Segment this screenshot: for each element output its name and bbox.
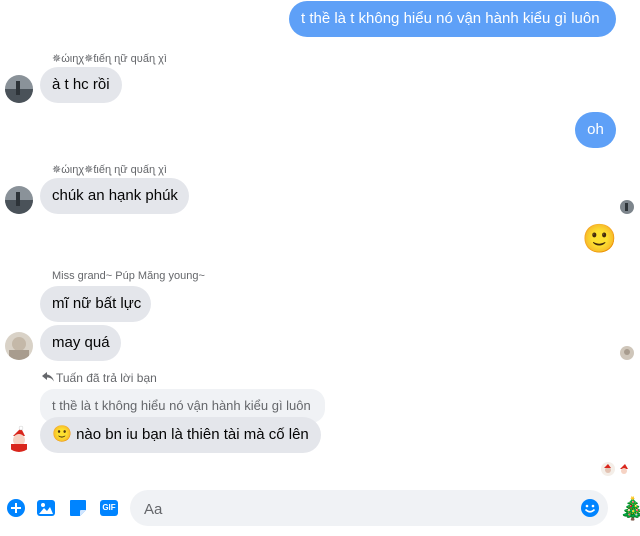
sender-name: ✵ώιɳχ✵ƭιếɳ ɳữ qυấɳ χì [52, 164, 167, 176]
emoji-message[interactable]: 🙂 [582, 221, 617, 257]
outgoing-message[interactable]: t thề là t không hiểu nó vận hành kiểu g… [289, 1, 616, 37]
reply-arrow-icon [42, 370, 56, 386]
message-composer[interactable] [130, 490, 608, 528]
incoming-message[interactable]: à t hc rồi [40, 67, 122, 103]
gif-label: GIF [102, 503, 116, 512]
emoji: 🙂 [52, 426, 72, 443]
gif-icon[interactable]: GIF [99, 498, 119, 518]
sticker-icon[interactable] [68, 498, 88, 518]
outgoing-message[interactable]: oh [575, 112, 616, 148]
incoming-message[interactable]: chúk an hạnk phúk [40, 178, 189, 214]
plus-circle-icon[interactable] [6, 498, 26, 518]
incoming-message[interactable]: 🙂 nào bn iu bạn là thiên tài mà cố lên [40, 417, 321, 453]
read-receipt-avatar [620, 346, 634, 360]
sender-name: Miss grand~ Púp Măng young~ [52, 270, 205, 282]
smiley-icon[interactable] [580, 498, 600, 518]
message-input[interactable] [142, 490, 566, 528]
avatar[interactable] [5, 186, 33, 214]
avatar[interactable] [5, 332, 33, 360]
sender-name: ✵ώιɳχ✵ƭιếɳ ɳữ qυấɳ χì [52, 53, 167, 65]
avatar[interactable] [5, 424, 33, 452]
avatar[interactable] [5, 75, 33, 103]
incoming-message[interactable]: may quá [40, 325, 121, 361]
incoming-message[interactable]: mĩ nữ bất lực [40, 286, 151, 322]
reply-label: Tuấn đã trả lời bạn [56, 371, 157, 385]
reply-indicator: Tuấn đã trả lời bạn [42, 370, 157, 386]
photo-icon[interactable] [36, 498, 56, 518]
like-button[interactable]: 🎄 [619, 494, 640, 524]
read-receipt-avatar [620, 200, 634, 214]
message-text: nào bn iu bạn là thiên tài mà cố lên [76, 426, 309, 443]
read-receipt-avatar [617, 462, 631, 476]
read-receipt-avatar [601, 462, 615, 476]
